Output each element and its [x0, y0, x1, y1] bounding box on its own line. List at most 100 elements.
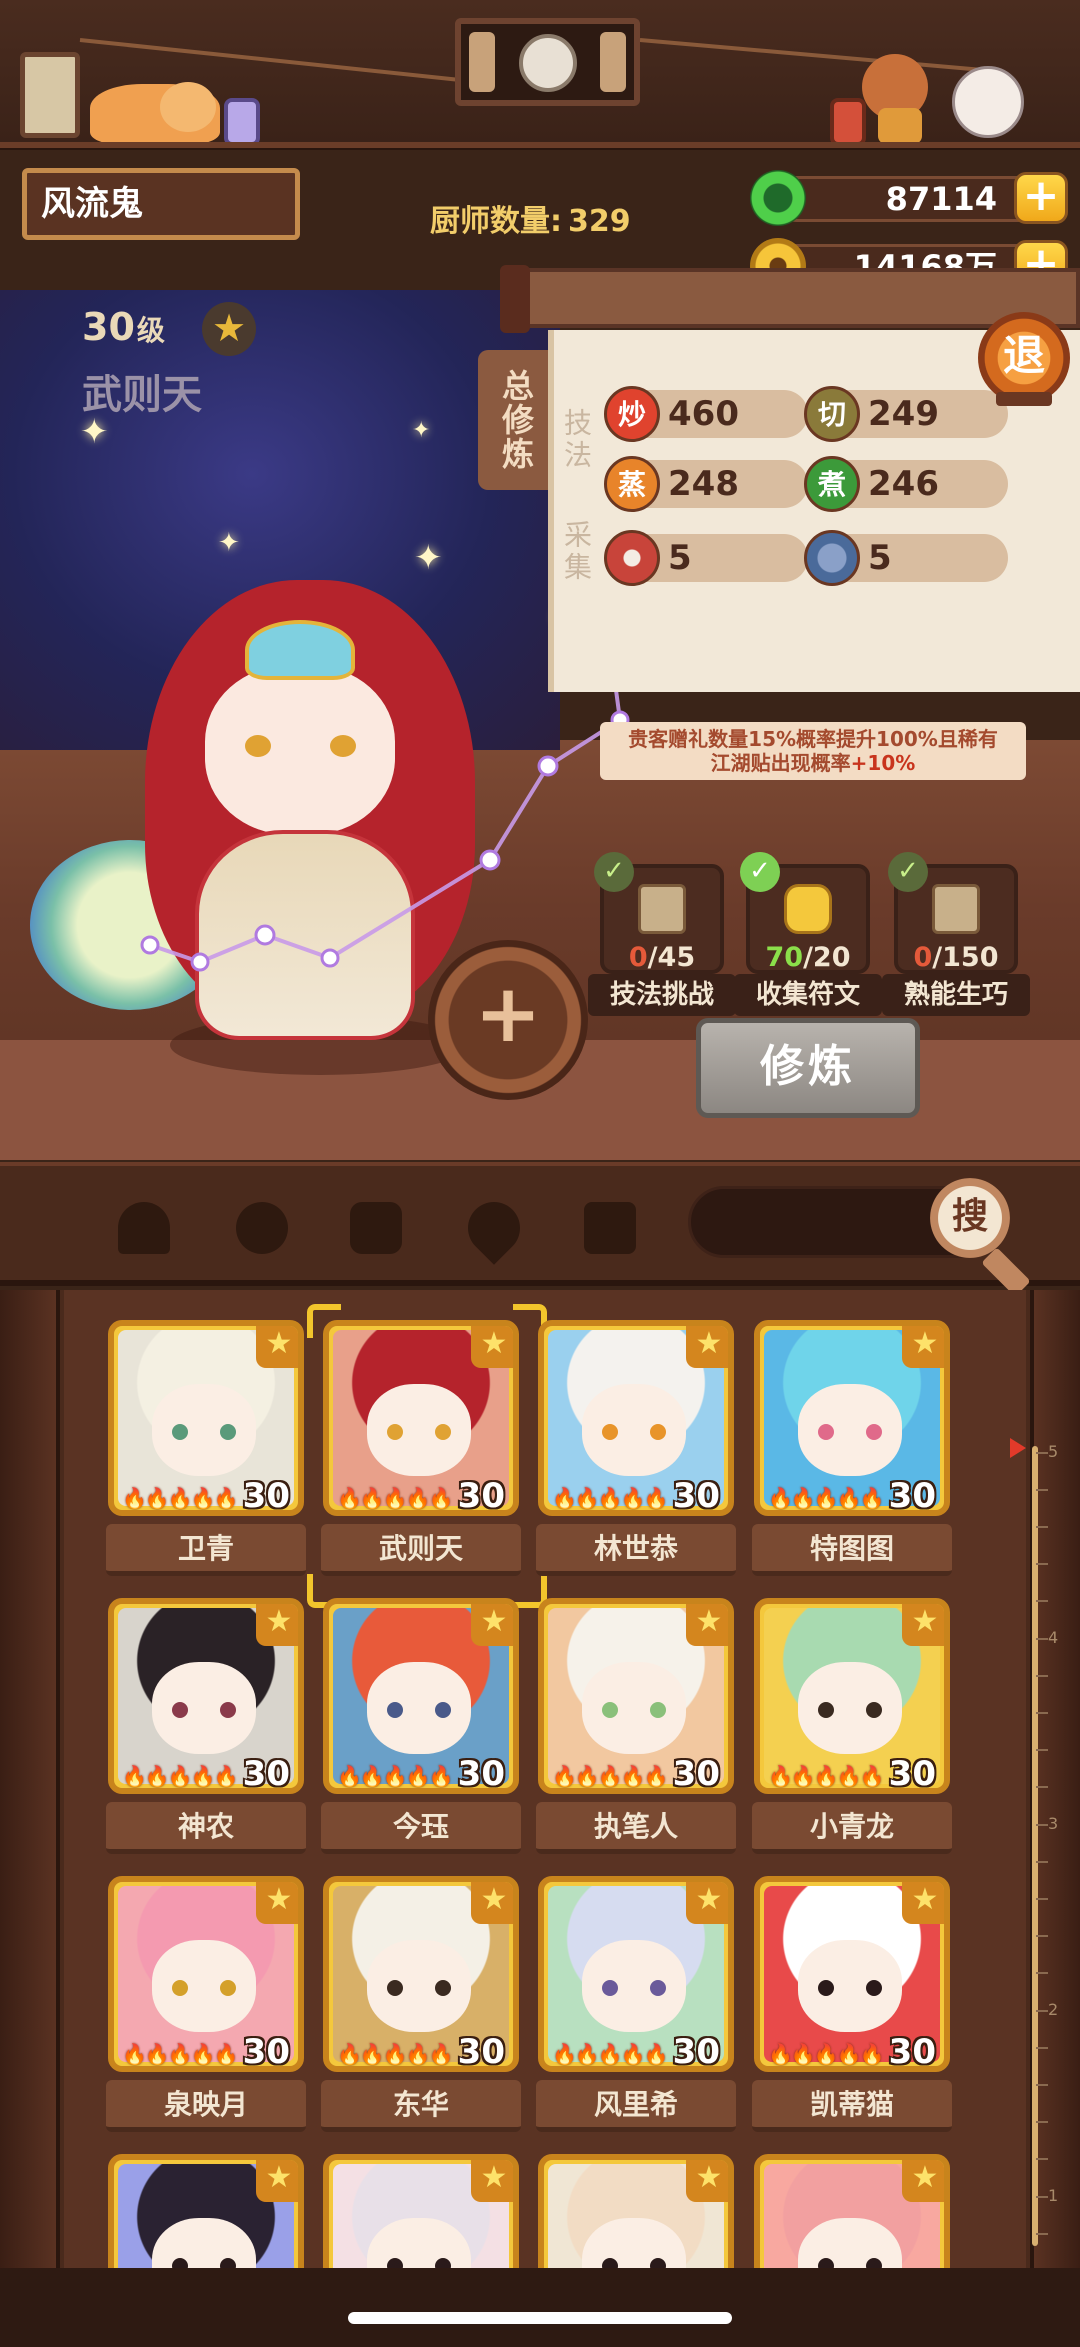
ruler-tick [1036, 2010, 1048, 2012]
bonus-line-2-value: +10% [850, 751, 916, 775]
chef-level: 30 [457, 1476, 505, 1516]
chef-eye [818, 1702, 834, 1718]
ruler-tick [1036, 1749, 1048, 1751]
star-icon: ★ [902, 2160, 944, 2202]
flame-rating-icon: 🔥🔥🔥🔥🔥 [768, 2042, 885, 2066]
bottom-bar [0, 2268, 1080, 2347]
chef-card[interactable]: ★ 🔥🔥🔥🔥🔥 30 卫青 [106, 1320, 306, 1582]
grid-left-rail [0, 1290, 60, 2347]
chef-grid: ★ 🔥🔥🔥🔥🔥 30 卫青 ★ 🔥🔥🔥🔥🔥 30 武则天 ★ 🔥🔥🔥🔥🔥 30 林世恭 ★ 🔥🔥🔥🔥🔥 30… [64, 1290, 1026, 2347]
chef-face [798, 1384, 902, 1476]
chef-card[interactable]: ★ 🔥🔥🔥🔥🔥 30 执笔人 [536, 1598, 736, 1860]
star-icon: ★ [686, 1604, 728, 1646]
skill-steam: 蒸 248 [604, 456, 808, 512]
scroll-icon [932, 884, 980, 934]
ruler-tick [1036, 1526, 1048, 1528]
chef-portrait-frame: ★ 🔥🔥🔥🔥🔥 30 [754, 1598, 950, 1794]
stir-fry-badge: 炒 [604, 386, 660, 442]
flame-rating-icon: 🔥🔥🔥🔥🔥 [768, 1764, 885, 1788]
ruler-tick [1036, 1935, 1048, 1937]
jar-filter-icon[interactable] [346, 1198, 406, 1258]
chef-card[interactable]: ★ 🔥🔥🔥🔥🔥 30 东华 [321, 1876, 521, 2138]
chef-eye [220, 1424, 236, 1440]
location-filter-icon[interactable] [457, 1191, 531, 1265]
chef-face [367, 1662, 471, 1754]
home-indicator[interactable] [348, 2312, 732, 2324]
star-icon: ★ [686, 1882, 728, 1924]
bonus-description: 贵客赠礼数量15%概率提升100%且稀有 江湖贴出现概率+10% [600, 722, 1026, 780]
skill-stir-fry: 炒 460 [604, 386, 808, 442]
add-button[interactable]: + [428, 940, 588, 1100]
chef-card[interactable]: ★ 🔥🔥🔥🔥🔥 30 林世恭 [536, 1320, 736, 1582]
ruler-number: 3 [1048, 1814, 1059, 1833]
chef-card[interactable]: ★ 🔥🔥🔥🔥🔥 30 武则天 [321, 1320, 521, 1582]
chef-face [582, 1940, 686, 2032]
ruler-tick [1036, 2047, 1048, 2049]
exit-button[interactable]: 退 [978, 312, 1070, 404]
rune-icon [784, 884, 832, 934]
ruler-tick [1036, 1786, 1048, 1788]
task-collect-runes[interactable]: ✓ 70/20 收集符文 [734, 852, 882, 1016]
map-filter-icon[interactable] [580, 1198, 640, 1258]
ruler-tick [1036, 1824, 1048, 1826]
chef-face [367, 1384, 471, 1476]
scroll-icon [638, 884, 686, 934]
skill-cut: 切 249 [804, 386, 1008, 442]
chef-eye [602, 1424, 618, 1440]
chef-portrait-frame: ★ 🔥🔥🔥🔥🔥 30 [323, 1598, 519, 1794]
task-progress: 70/20 [746, 942, 870, 973]
task-skill-challenge[interactable]: ✓ 0/45 技法挑战 [588, 852, 736, 1016]
chef-eye [387, 1424, 403, 1440]
flame-rating-icon: 🔥🔥🔥🔥🔥 [337, 1486, 454, 1510]
task-progress-total: /150 [932, 942, 999, 973]
star-icon: ★ [902, 1604, 944, 1646]
star-icon: ★ [902, 1882, 944, 1924]
ruler-tick [1036, 1600, 1048, 1602]
ladle-filter-icon[interactable] [232, 1198, 292, 1258]
chef-level: 30 [242, 1754, 290, 1794]
flame-rating-icon: 🔥🔥🔥🔥🔥 [337, 2042, 454, 2066]
ruler-tick [1036, 2196, 1048, 2198]
chef-card[interactable]: ★ 🔥🔥🔥🔥🔥 30 今珏 [321, 1598, 521, 1860]
chef-card[interactable]: ★ 🔥🔥🔥🔥🔥 30 凯蒂猫 [752, 1876, 952, 2138]
chef-eye [172, 1980, 188, 1996]
chef-card[interactable]: ★ 🔥🔥🔥🔥🔥 30 神农 [106, 1598, 306, 1860]
task-practice[interactable]: ✓ 0/150 熟能生巧 [882, 852, 1030, 1016]
chef-hat-filter-icon[interactable] [114, 1198, 174, 1258]
chef-card[interactable]: ★ 🔥🔥🔥🔥🔥 30 小青龙 [752, 1598, 952, 1860]
chef-face [367, 1940, 471, 2032]
chef-name: 特图图 [752, 1524, 952, 1576]
bonus-line-2: 江湖贴出现概率+10% [600, 751, 1026, 775]
chef-name: 泉映月 [106, 2080, 306, 2132]
chef-eye [172, 1702, 188, 1718]
fish-value: 5 [868, 538, 892, 578]
task-progress-total: /45 [647, 942, 696, 973]
chef-level: 30 [672, 2032, 720, 2072]
chef-level: 30 [672, 1754, 720, 1794]
chef-eye [435, 1702, 451, 1718]
chef-eye [387, 1702, 403, 1718]
refine-button[interactable]: 修炼 [696, 1018, 920, 1118]
tab-total-cultivation[interactable]: 总修炼 [478, 350, 548, 490]
skill-boil: 煮 246 [804, 456, 1008, 512]
ruler-tick [1036, 1675, 1048, 1677]
search-button[interactable]: 搜 [930, 1178, 1010, 1258]
chef-level: 30 [242, 2032, 290, 2072]
flame-rating-icon: 🔥🔥🔥🔥🔥 [337, 1764, 454, 1788]
chef-card[interactable]: ★ 🔥🔥🔥🔥🔥 30 风里希 [536, 1876, 736, 2138]
chef-card[interactable]: ★ 🔥🔥🔥🔥🔥 30 泉映月 [106, 1876, 306, 2138]
ruler-pointer [1010, 1438, 1026, 1458]
skill-section-label: 技法 [560, 408, 593, 472]
scroll-ruler[interactable]: 5 4 3 2 1 [1010, 1438, 1058, 2346]
chef-level: 30 [888, 1476, 936, 1516]
ruler-tick [1036, 1489, 1048, 1491]
steam-badge: 蒸 [604, 456, 660, 512]
chef-portrait-frame: ★ 🔥🔥🔥🔥🔥 30 [323, 1876, 519, 2072]
task-progress: 0/45 [600, 942, 724, 973]
task-label: 收集符文 [734, 974, 882, 1016]
check-icon: ✓ [740, 852, 780, 892]
task-label: 技法挑战 [588, 974, 736, 1016]
chef-card[interactable]: ★ 🔥🔥🔥🔥🔥 30 特图图 [752, 1320, 952, 1582]
bonus-line-1: 贵客赠礼数量15%概率提升100%且稀有 [628, 727, 998, 751]
chef-portrait-frame: ★ 🔥🔥🔥🔥🔥 30 [754, 1876, 950, 2072]
